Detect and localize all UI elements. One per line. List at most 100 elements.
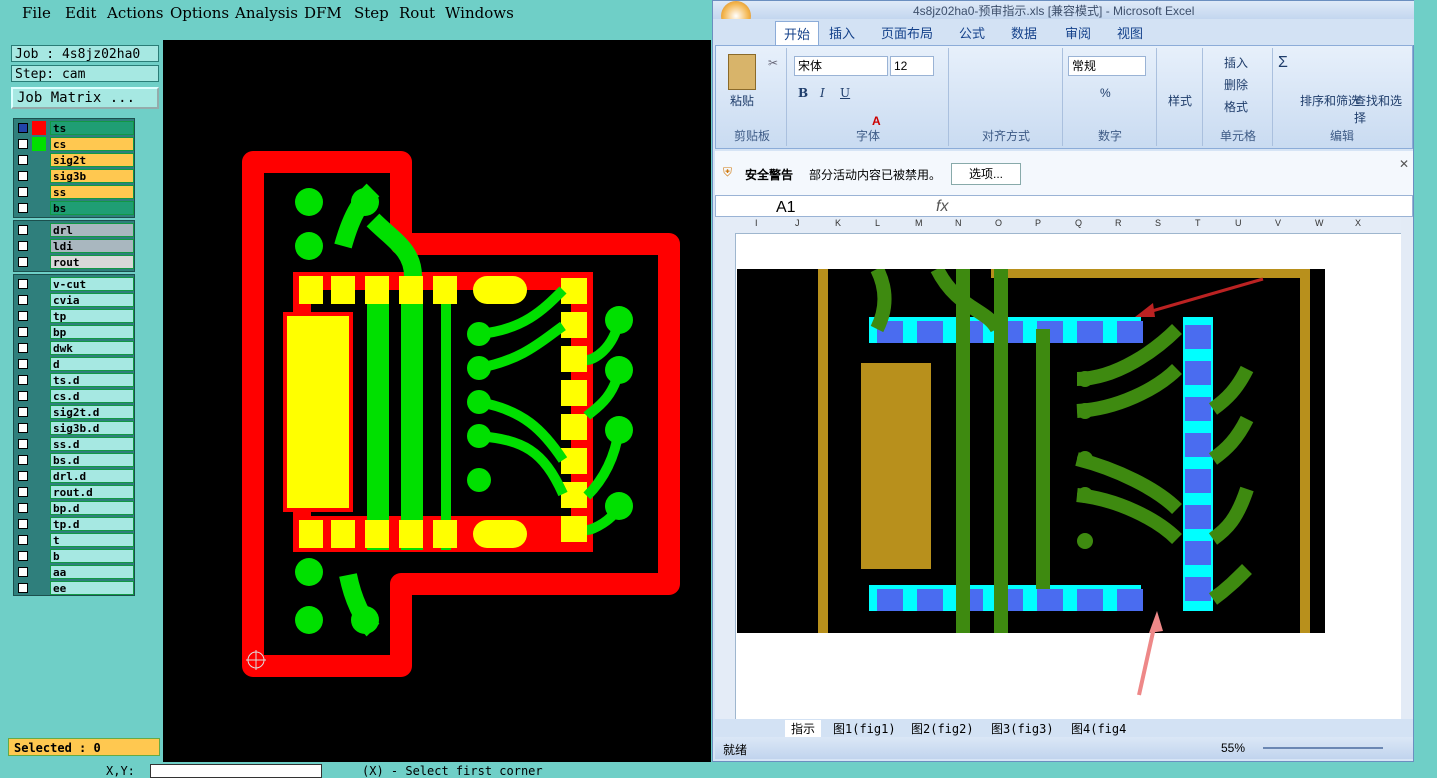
layer-color-swatch[interactable] — [32, 581, 46, 595]
layer-row-ts[interactable]: ts — [16, 121, 134, 135]
column-header[interactable]: R — [1115, 218, 1122, 228]
column-header[interactable]: I — [755, 218, 758, 228]
layer-row-sig3b[interactable]: sig3b — [16, 169, 134, 183]
sheet-tab[interactable]: 图1(fig1) — [833, 720, 896, 737]
column-header[interactable]: K — [835, 218, 841, 228]
options-button[interactable]: 选项... — [951, 163, 1021, 185]
layer-color-swatch[interactable] — [32, 485, 46, 499]
ribbon-tab-0[interactable]: 开始 — [775, 21, 820, 46]
ribbon-tab-5[interactable]: 审阅 — [1065, 23, 1091, 42]
fx-icon[interactable]: fx — [936, 198, 948, 216]
layer-checkbox[interactable] — [18, 241, 28, 251]
layer-row-v-cut[interactable]: v-cut — [16, 277, 134, 291]
layer-color-swatch[interactable] — [32, 309, 46, 323]
menu-actions[interactable]: Actions — [107, 4, 163, 22]
vertical-scrollbar[interactable] — [1401, 217, 1413, 719]
layer-color-swatch[interactable] — [32, 437, 46, 451]
layer-name[interactable]: ss.d — [50, 437, 134, 451]
layer-name[interactable]: dwk — [50, 341, 134, 355]
layer-color-swatch[interactable] — [32, 533, 46, 547]
layer-color-swatch[interactable] — [32, 373, 46, 387]
layer-name[interactable]: ts — [50, 121, 134, 135]
layer-name[interactable]: sig3b — [50, 169, 134, 183]
layer-color-swatch[interactable] — [32, 239, 46, 253]
layer-name[interactable]: cs.d — [50, 389, 134, 403]
close-icon[interactable]: ✕ — [1399, 157, 1409, 171]
layer-name[interactable]: t — [50, 533, 134, 547]
layer-name[interactable]: sig3b.d — [50, 421, 134, 435]
layer-color-swatch[interactable] — [32, 293, 46, 307]
bold-button[interactable]: B — [798, 86, 808, 100]
menu-edit[interactable]: Edit — [65, 4, 96, 22]
layer-color-swatch[interactable] — [32, 121, 46, 135]
layer-row-dwk[interactable]: dwk — [16, 341, 134, 355]
find-select-button[interactable]: 查找和选择 — [1354, 92, 1410, 126]
layer-color-swatch[interactable] — [32, 341, 46, 355]
layer-name[interactable]: sig2t — [50, 153, 134, 167]
underline-button[interactable]: U — [840, 86, 850, 100]
layer-row-bs[interactable]: bs — [16, 201, 134, 215]
paste-button[interactable]: 粘贴 — [730, 92, 754, 109]
layer-name[interactable]: cs — [50, 137, 134, 151]
layer-color-swatch[interactable] — [32, 501, 46, 515]
layer-row-ss.d[interactable]: ss.d — [16, 437, 134, 451]
menu-dfm[interactable]: DFM — [304, 4, 342, 22]
cam-graphic-canvas[interactable] — [163, 40, 711, 762]
paste-icon[interactable] — [728, 54, 756, 90]
layer-name[interactable]: d — [50, 357, 134, 371]
column-header[interactable]: T — [1195, 218, 1201, 228]
layer-row-drl.d[interactable]: drl.d — [16, 469, 134, 483]
layer-color-swatch[interactable] — [32, 405, 46, 419]
job-matrix-button[interactable]: Job Matrix ... — [11, 87, 159, 109]
menu-step[interactable]: Step — [354, 4, 389, 22]
column-header[interactable]: V — [1275, 218, 1281, 228]
insert-button[interactable]: 插入 — [1224, 54, 1248, 71]
cut-icon[interactable]: ✂ — [768, 56, 778, 70]
layer-color-swatch[interactable] — [32, 469, 46, 483]
column-header[interactable]: M — [915, 218, 923, 228]
layer-checkbox[interactable] — [18, 487, 28, 497]
layer-checkbox[interactable] — [18, 551, 28, 561]
layer-checkbox[interactable] — [18, 535, 28, 545]
layer-checkbox[interactable] — [18, 439, 28, 449]
worksheet-grid[interactable]: I J K L M N O P Q R S T U V W X — [715, 217, 1401, 719]
layer-color-swatch[interactable] — [32, 185, 46, 199]
layer-name[interactable]: rout — [50, 255, 134, 269]
layer-color-swatch[interactable] — [32, 223, 46, 237]
zoom-level[interactable]: 55% — [1221, 741, 1245, 755]
layer-color-swatch[interactable] — [32, 255, 46, 269]
layer-name[interactable]: bs.d — [50, 453, 134, 467]
layer-row-bp[interactable]: bp — [16, 325, 134, 339]
layer-checkbox[interactable] — [18, 123, 28, 133]
layer-row-sig2t[interactable]: sig2t — [16, 153, 134, 167]
menu-windows[interactable]: Windows — [445, 4, 514, 22]
layer-checkbox[interactable] — [18, 295, 28, 305]
layer-row-ldi[interactable]: ldi — [16, 239, 134, 253]
layer-name[interactable]: bp.d — [50, 501, 134, 515]
layer-checkbox[interactable] — [18, 423, 28, 433]
layer-color-swatch[interactable] — [32, 421, 46, 435]
italic-button[interactable]: I — [820, 86, 825, 100]
layer-row-ee[interactable]: ee — [16, 581, 134, 595]
layer-color-swatch[interactable] — [32, 389, 46, 403]
layer-row-ss[interactable]: ss — [16, 185, 134, 199]
sheet-tab[interactable]: 图2(fig2) — [911, 720, 974, 737]
column-header[interactable]: J — [795, 218, 800, 228]
layer-color-swatch[interactable] — [32, 325, 46, 339]
layer-checkbox[interactable] — [18, 155, 28, 165]
menu-analysis[interactable]: Analysis — [235, 4, 298, 22]
menu-file[interactable]: File — [22, 4, 51, 22]
font-size-field[interactable]: 12 — [890, 56, 934, 76]
layer-row-cs.d[interactable]: cs.d — [16, 389, 134, 403]
layer-name[interactable]: rout.d — [50, 485, 134, 499]
ribbon-tab-3[interactable]: 公式 — [959, 23, 985, 42]
layer-color-swatch[interactable] — [32, 565, 46, 579]
sheet-tab[interactable]: 指示 — [785, 720, 822, 737]
layer-name[interactable]: tp.d — [50, 517, 134, 531]
layer-name[interactable]: bp — [50, 325, 134, 339]
layer-name[interactable]: sig2t.d — [50, 405, 134, 419]
column-header[interactable]: X — [1355, 218, 1361, 228]
ribbon-tab-1[interactable]: 插入 — [829, 23, 855, 42]
name-box[interactable]: A1 — [776, 199, 796, 217]
layer-checkbox[interactable] — [18, 327, 28, 337]
